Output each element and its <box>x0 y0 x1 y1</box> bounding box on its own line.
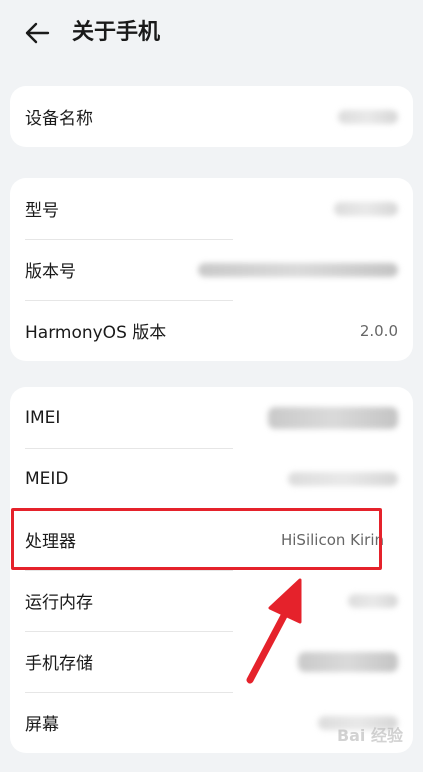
device-name-label: 设备名称 <box>25 109 93 129</box>
version-card: 型号 版本号 HarmonyOS 版本 2.0.0 <box>10 178 413 361</box>
meid-value-blurred <box>288 471 398 486</box>
meid-label: MEID <box>25 468 69 489</box>
ram-value-blurred <box>348 593 398 608</box>
list-item-processor[interactable]: 处理器 HiSilicon Kirin <box>10 509 413 570</box>
imei-value-blurred <box>268 406 398 429</box>
imei-label: IMEI <box>25 407 61 428</box>
list-item-ram[interactable]: 运行内存 <box>10 570 413 631</box>
build-number-value-blurred <box>198 262 398 277</box>
page-title: 关于手机 <box>72 20 161 45</box>
storage-label: 手机存储 <box>25 654 93 674</box>
back-button[interactable] <box>22 18 52 48</box>
harmonyos-version-value: 2.0.0 <box>359 321 398 340</box>
harmonyos-version-label: HarmonyOS 版本 <box>25 323 167 343</box>
device-name-value-blurred <box>338 109 398 124</box>
list-item-imei[interactable]: IMEI <box>10 387 413 448</box>
list-item-model[interactable]: 型号 <box>10 178 413 239</box>
build-number-label: 版本号 <box>25 262 76 282</box>
model-label: 型号 <box>25 201 59 221</box>
list-item-meid[interactable]: MEID <box>10 448 413 509</box>
processor-value: HiSilicon Kirin <box>280 530 384 549</box>
hardware-card: IMEI MEID 处理器 HiSilicon Kirin 运行内存 手机存储 … <box>10 387 413 753</box>
list-item-build-number[interactable]: 版本号 <box>10 239 413 300</box>
arrow-left-icon <box>25 22 50 44</box>
model-value-blurred <box>334 201 398 216</box>
processor-label: 处理器 <box>25 532 76 552</box>
list-item-harmonyos-version[interactable]: HarmonyOS 版本 2.0.0 <box>10 300 413 361</box>
list-item-device-name[interactable]: 设备名称 <box>10 86 413 147</box>
top-bar: 关于手机 <box>0 0 423 66</box>
device-name-card: 设备名称 <box>10 86 413 147</box>
screen-label: 屏幕 <box>25 715 59 735</box>
watermark-logo: Bai 经验 <box>336 726 403 745</box>
ram-label: 运行内存 <box>25 593 93 613</box>
storage-value-blurred <box>298 651 398 672</box>
list-item-storage[interactable]: 手机存储 <box>10 631 413 692</box>
